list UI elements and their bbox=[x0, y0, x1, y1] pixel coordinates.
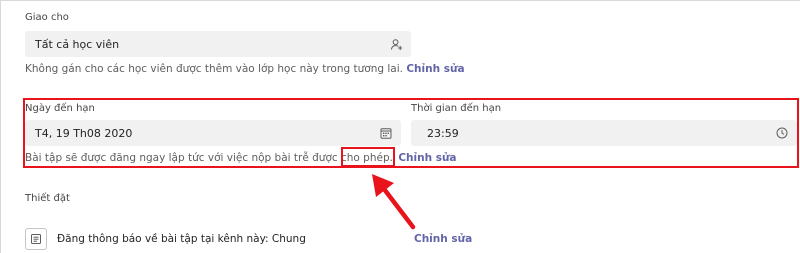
assignment-settings-panel: Giao cho Tất cả học viên Không gán cho c… bbox=[0, 0, 800, 253]
channel-setting-text: Đăng thông báo về bài tập tại kênh này: … bbox=[57, 233, 306, 245]
channel-edit-wrapper: Chỉnh sửa bbox=[414, 233, 472, 245]
red-arrow-icon bbox=[372, 174, 416, 230]
assign-to-edit-link[interactable]: Chỉnh sửa bbox=[406, 63, 464, 75]
assign-to-note: Không gán cho các học viên được thêm vào… bbox=[25, 63, 465, 75]
channel-edit-link[interactable]: Chỉnh sửa bbox=[414, 233, 472, 245]
assign-to-field[interactable]: Tất cả học viên bbox=[25, 31, 411, 57]
assign-to-label: Giao cho bbox=[25, 12, 69, 23]
highlight-box-edit-link bbox=[341, 147, 395, 167]
assign-to-note-text: Không gán cho các học viên được thêm vào… bbox=[25, 63, 403, 75]
settings-label: Thiết đặt bbox=[25, 193, 70, 204]
highlight-box-due-section bbox=[23, 98, 799, 168]
channel-setting-prefix: Đăng thông báo về bài tập tại kênh này: bbox=[57, 233, 269, 245]
add-person-icon[interactable] bbox=[389, 37, 403, 51]
announcement-icon bbox=[25, 228, 47, 250]
channel-name: Chung bbox=[271, 233, 306, 245]
assign-to-value: Tất cả học viên bbox=[35, 37, 120, 51]
